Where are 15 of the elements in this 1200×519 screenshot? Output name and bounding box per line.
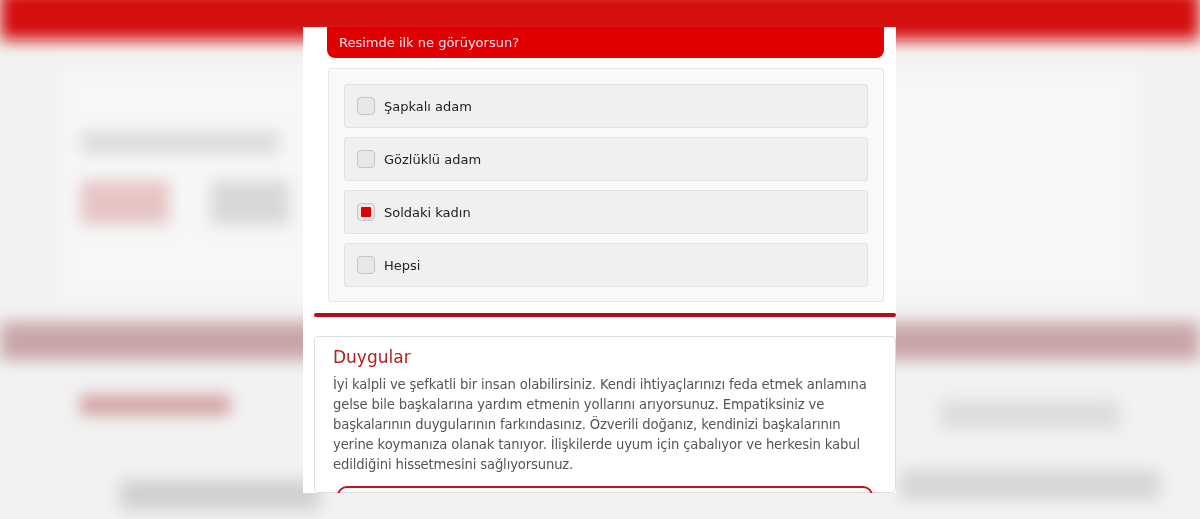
result-text: İyi kalpli ve şefkatli bir insan olabilirsiniz. Kendi ihtiyaçlarınızı feda etmek anlamına gelse bile başkalarına yardım etmenin yollarını arıyorsunuz. Empatiksiniz ve başkalarının duygularının farkındasınız. Özverili doğanız, kendinizi başkalarının yerine koymanıza olanak tanıyor. İlişkilerde uyum için çabalıyor ve herkesin kabul edildiğini hissetmesini sağlıyorsunuz.: [333, 375, 868, 474]
answer-option[interactable]: Soldaki kadın: [344, 190, 868, 234]
question-title: Resimde ilk ne görüyorsun?: [327, 27, 884, 58]
option-label: Hepsi: [384, 257, 421, 273]
checkbox[interactable]: [357, 203, 375, 221]
option-label: Gözlüklü adam: [384, 151, 482, 167]
option-label: Şapkalı adam: [384, 98, 472, 114]
checkbox[interactable]: [357, 256, 375, 274]
checkbox[interactable]: [357, 97, 375, 115]
option-label: Soldaki kadın: [384, 204, 471, 220]
answer-option[interactable]: Şapkalı adam: [344, 84, 868, 128]
answer-option[interactable]: Hepsi: [344, 243, 868, 287]
result-title: Duygular: [333, 347, 412, 367]
answer-option[interactable]: Gözlüklü adam: [344, 137, 868, 181]
checkbox[interactable]: [357, 150, 375, 168]
